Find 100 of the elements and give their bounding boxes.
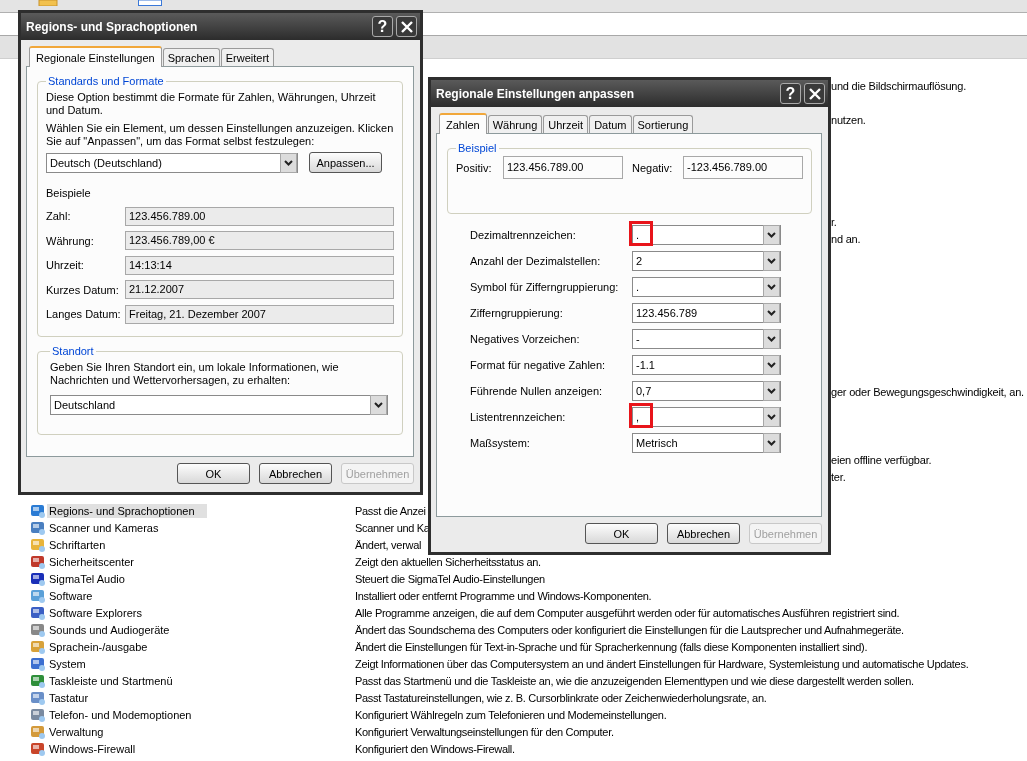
applet-item[interactable]: Tastatur <box>47 690 91 705</box>
readonly-field: 123.456.789.00 <box>125 206 394 226</box>
applet-description: Ändert, verwal <box>355 538 422 551</box>
setting-label: Symbol für Zifferngruppierung: <box>470 281 620 293</box>
setting-dropdown[interactable]: 0,7 <box>632 381 781 401</box>
tab[interactable]: Zahlen <box>439 113 487 134</box>
field-label: Negativ: <box>632 161 674 174</box>
location-dropdown[interactable]: Deutschland <box>50 395 388 415</box>
applet-icon[interactable] <box>30 672 46 689</box>
help-button[interactable]: ? <box>780 83 801 104</box>
applet-item[interactable]: Taskleiste und Startmenü <box>47 673 175 688</box>
applet-description: Passt Tastatureinstellungen, wie z. B. Cursorblinkrate oder Zeichenwiederholungsrate, an. <box>355 691 767 704</box>
setting-dropdown[interactable]: 123.456.789 <box>632 303 781 323</box>
readonly-field: 123.456.789,00 € <box>125 231 394 251</box>
applet-description: ter. <box>831 470 846 483</box>
group-title: Beispiel <box>457 142 498 154</box>
field-label: Langes Datum: <box>46 308 122 321</box>
applet-item[interactable]: Telefon- und Modemoptionen <box>47 707 194 722</box>
field-label: Zahl: <box>46 210 72 223</box>
setting-label: Führende Nullen anzeigen: <box>470 385 604 397</box>
close-button[interactable] <box>804 83 825 104</box>
applet-item[interactable]: Regions- und Sprachoptionen <box>47 503 207 518</box>
applet-description: nd an. <box>831 232 861 245</box>
close-icon <box>808 87 821 100</box>
readonly-field: 21.12.2007 <box>125 280 394 300</box>
applet-icon[interactable] <box>30 604 46 621</box>
field-label: Uhrzeit: <box>46 259 85 272</box>
applet-icon[interactable] <box>30 655 46 672</box>
applet-description: Ändert das Soundschema des Computers oder konfiguriert die Einstellungen für die Lautsprecher und Aufnahmegeräte. <box>355 623 904 636</box>
description-text: Geben Sie Ihren Standort ein, um lokale Informationen, wie Nachrichten und Wettervorhersagen, zu erhalten: <box>50 361 340 387</box>
setting-label: Listentrennzeichen: <box>470 411 567 423</box>
setting-dropdown[interactable]: . <box>632 277 781 297</box>
field-label: Positiv: <box>456 161 493 174</box>
readonly-field: 123.456.789.00 <box>503 156 623 179</box>
help-button[interactable]: ? <box>372 16 393 37</box>
tab[interactable]: Datum <box>589 115 632 133</box>
applet-item[interactable]: Sicherheitscenter <box>47 554 136 569</box>
applet-description: Konfiguriert Verwaltungseinstellungen für den Computer. <box>355 725 614 738</box>
tab[interactable]: Regionale Einstellungen <box>29 46 162 67</box>
setting-dropdown[interactable]: 2 <box>632 251 781 271</box>
tab[interactable]: Uhrzeit <box>543 115 589 133</box>
highlight-frame <box>629 403 653 428</box>
dialog-button[interactable]: OK <box>585 523 658 544</box>
setting-label: Zifferngruppierung: <box>470 307 564 319</box>
applet-item[interactable]: Windows-Firewall <box>47 741 138 756</box>
applet-description: Konfiguriert den Windows-Firewall. <box>355 742 515 755</box>
applet-description: und die Bildschirmauflösung. <box>831 79 967 92</box>
applet-icon[interactable] <box>30 502 46 519</box>
dialog-button[interactable]: OK <box>177 463 250 484</box>
applet-description: Passt das Startmenü und die Taskleiste an, wie die anzuzeigenden Elementtypen und wie diese dargestellt werden sollen. <box>355 674 914 687</box>
field-label: Kurzes Datum: <box>46 283 120 296</box>
applet-description: Ändert die Einstellungen für Text-in-Sprache und für Spracherkennung (falls diese Komponenten installiert sind). <box>355 640 868 653</box>
tab[interactable]: Erweitert <box>220 48 275 66</box>
close-icon <box>400 20 413 33</box>
customize-button[interactable]: Anpassen... <box>309 152 382 173</box>
applet-item[interactable]: System <box>47 656 88 671</box>
window-title: Regionale Einstellungen anpassen <box>436 86 636 101</box>
readonly-field: -123.456.789.00 <box>683 156 803 179</box>
format-dropdown[interactable]: Deutsch (Deutschland) <box>46 152 298 173</box>
readonly-field: Freitag, 21. Dezember 2007 <box>125 304 394 324</box>
applet-description: Passt die Anzei <box>355 504 426 517</box>
examples-heading: Beispiele <box>46 187 92 199</box>
applet-description: Installiert oder entfernt Programme und Windows-Komponenten. <box>355 589 652 602</box>
highlight-frame <box>629 221 653 246</box>
applet-icon[interactable] <box>30 570 46 587</box>
applet-item[interactable]: Sounds und Audiogeräte <box>47 622 172 637</box>
close-button[interactable] <box>396 16 417 37</box>
description-text: Diese Option bestimmt die Formate für Zahlen, Währungen, Uhrzeit und Datum. <box>46 91 377 117</box>
setting-label: Anzahl der Dezimalstellen: <box>470 255 602 267</box>
group-title: Standort <box>51 345 95 357</box>
field-label: Währung: <box>46 234 95 247</box>
setting-label: Maßsystem: <box>470 437 531 449</box>
setting-dropdown[interactable]: - <box>632 329 781 349</box>
applet-description: ger oder Bewegungsgeschwindigkeit, an. <box>831 385 1024 398</box>
applet-icon[interactable] <box>30 553 46 570</box>
applet-item[interactable]: Sprachein-/ausgabe <box>47 639 150 654</box>
applet-description: Zeigt den aktuellen Sicherheitsstatus an. <box>355 555 541 568</box>
applet-description: Zeigt Informationen über das Computersystem an und ändert Einstellungen für Hardware, Systemleistung und automatische Updates. <box>355 657 969 670</box>
readonly-field: 14:13:14 <box>125 255 394 275</box>
tab[interactable]: Währung <box>487 115 543 133</box>
applet-icon[interactable] <box>30 740 46 757</box>
applet-item[interactable]: Verwaltung <box>47 724 106 739</box>
applet-item[interactable]: Schriftarten <box>47 537 108 552</box>
applet-description: Alle Programme anzeigen, die auf dem Computer ausgeführt werden oder für automatisches Ausführen registriert sind. <box>355 606 900 619</box>
instruction-text: Wählen Sie ein Element, um dessen Einstellungen anzuzeigen. Klicken Sie auf "Anpassen", um das Format selbst festzulegen: <box>46 122 394 148</box>
setting-dropdown[interactable]: Metrisch <box>632 433 781 453</box>
tab[interactable]: Sprachen <box>162 48 220 66</box>
tab[interactable]: Sortierung <box>632 115 694 133</box>
applet-item[interactable]: Software Explorers <box>47 605 144 620</box>
dialog-button[interactable]: Abbrechen <box>667 523 740 544</box>
window-icon[interactable] <box>138 0 162 6</box>
applet-item[interactable]: SigmaTel Audio <box>47 571 127 586</box>
dialog-button[interactable]: Abbrechen <box>259 463 332 484</box>
applet-icon[interactable] <box>30 519 46 536</box>
applet-item[interactable]: Software <box>47 588 95 603</box>
applet-description: nutzen. <box>831 113 866 126</box>
applet-description: r. <box>831 215 837 228</box>
setting-dropdown[interactable]: -1.1 <box>632 355 781 375</box>
setting-label: Negatives Vorzeichen: <box>470 333 581 345</box>
applet-item[interactable]: Scanner und Kameras <box>47 520 161 535</box>
